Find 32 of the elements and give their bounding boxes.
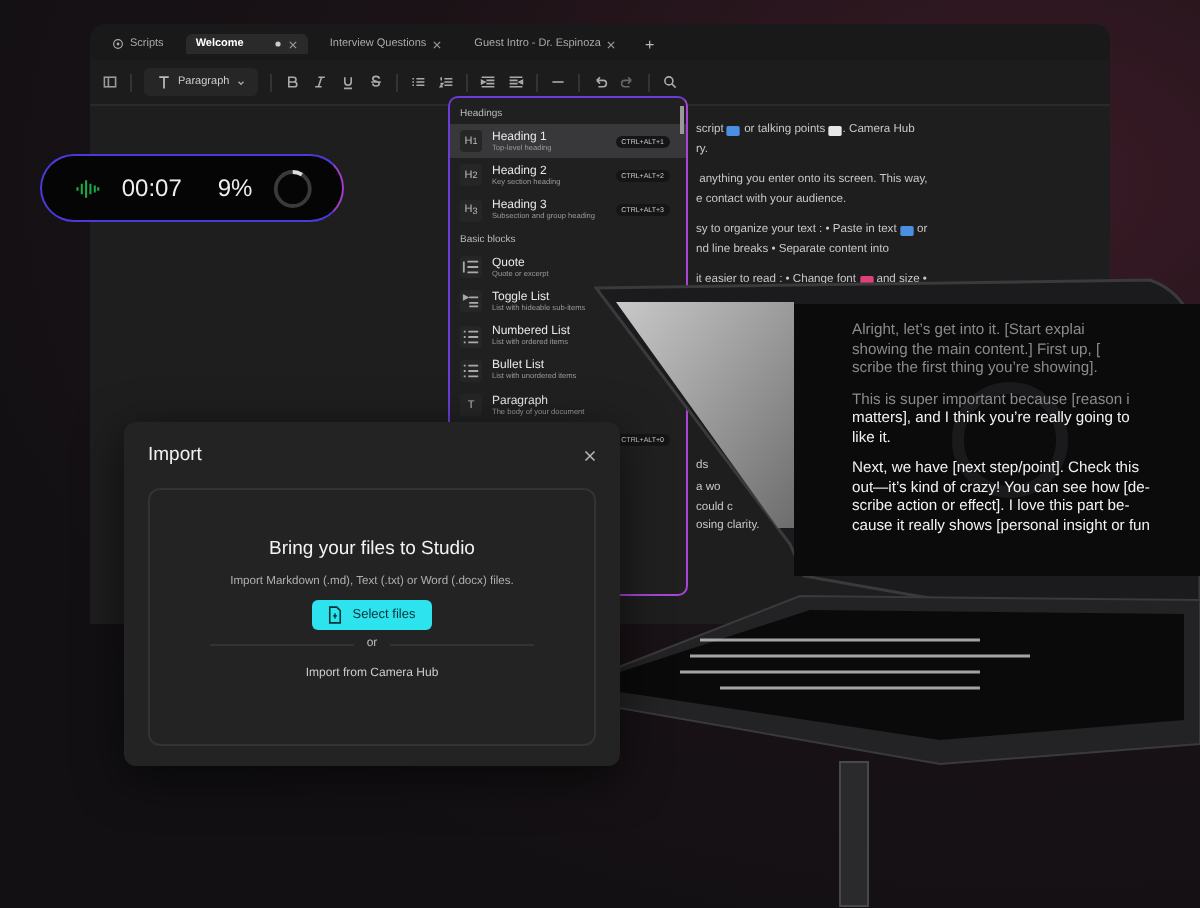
- bold-icon[interactable]: [283, 74, 300, 90]
- undo-icon[interactable]: [591, 74, 608, 90]
- numbered-list-icon[interactable]: [437, 74, 454, 90]
- redo-icon[interactable]: [619, 74, 636, 90]
- caret-icon: [235, 77, 246, 87]
- scrollbar[interactable]: [680, 106, 684, 134]
- strikethrough-icon[interactable]: [367, 74, 384, 90]
- audio-wave-icon: [74, 177, 102, 199]
- outdent-icon[interactable]: [507, 74, 524, 90]
- quote-block-icon: [460, 256, 482, 279]
- home-icon: [112, 38, 124, 50]
- recording-time: 00:07: [121, 174, 182, 202]
- close-icon[interactable]: [606, 39, 617, 49]
- bullet-block-icon: [460, 359, 482, 382]
- progress-percent: 9%: [217, 174, 253, 202]
- bullet-list-icon[interactable]: [409, 74, 426, 90]
- search-icon[interactable]: [661, 74, 678, 90]
- new-tab-button[interactable]: +: [638, 35, 661, 53]
- close-icon[interactable]: [584, 449, 596, 461]
- indent-icon[interactable]: [479, 74, 496, 90]
- dialog-title: Import: [148, 444, 202, 466]
- italic-icon[interactable]: [311, 74, 328, 90]
- progress-ring: [272, 167, 314, 209]
- close-icon[interactable]: [287, 39, 298, 49]
- close-icon[interactable]: [432, 39, 443, 49]
- underline-icon[interactable]: [339, 74, 356, 90]
- numbered-block-icon: [460, 325, 482, 348]
- sidebar-icon[interactable]: [102, 74, 118, 90]
- toggle-block-icon: [460, 290, 482, 313]
- text-icon: [156, 74, 172, 90]
- drop-zone-heading: Bring your files to Studio: [269, 538, 475, 560]
- file-icon: [328, 606, 343, 624]
